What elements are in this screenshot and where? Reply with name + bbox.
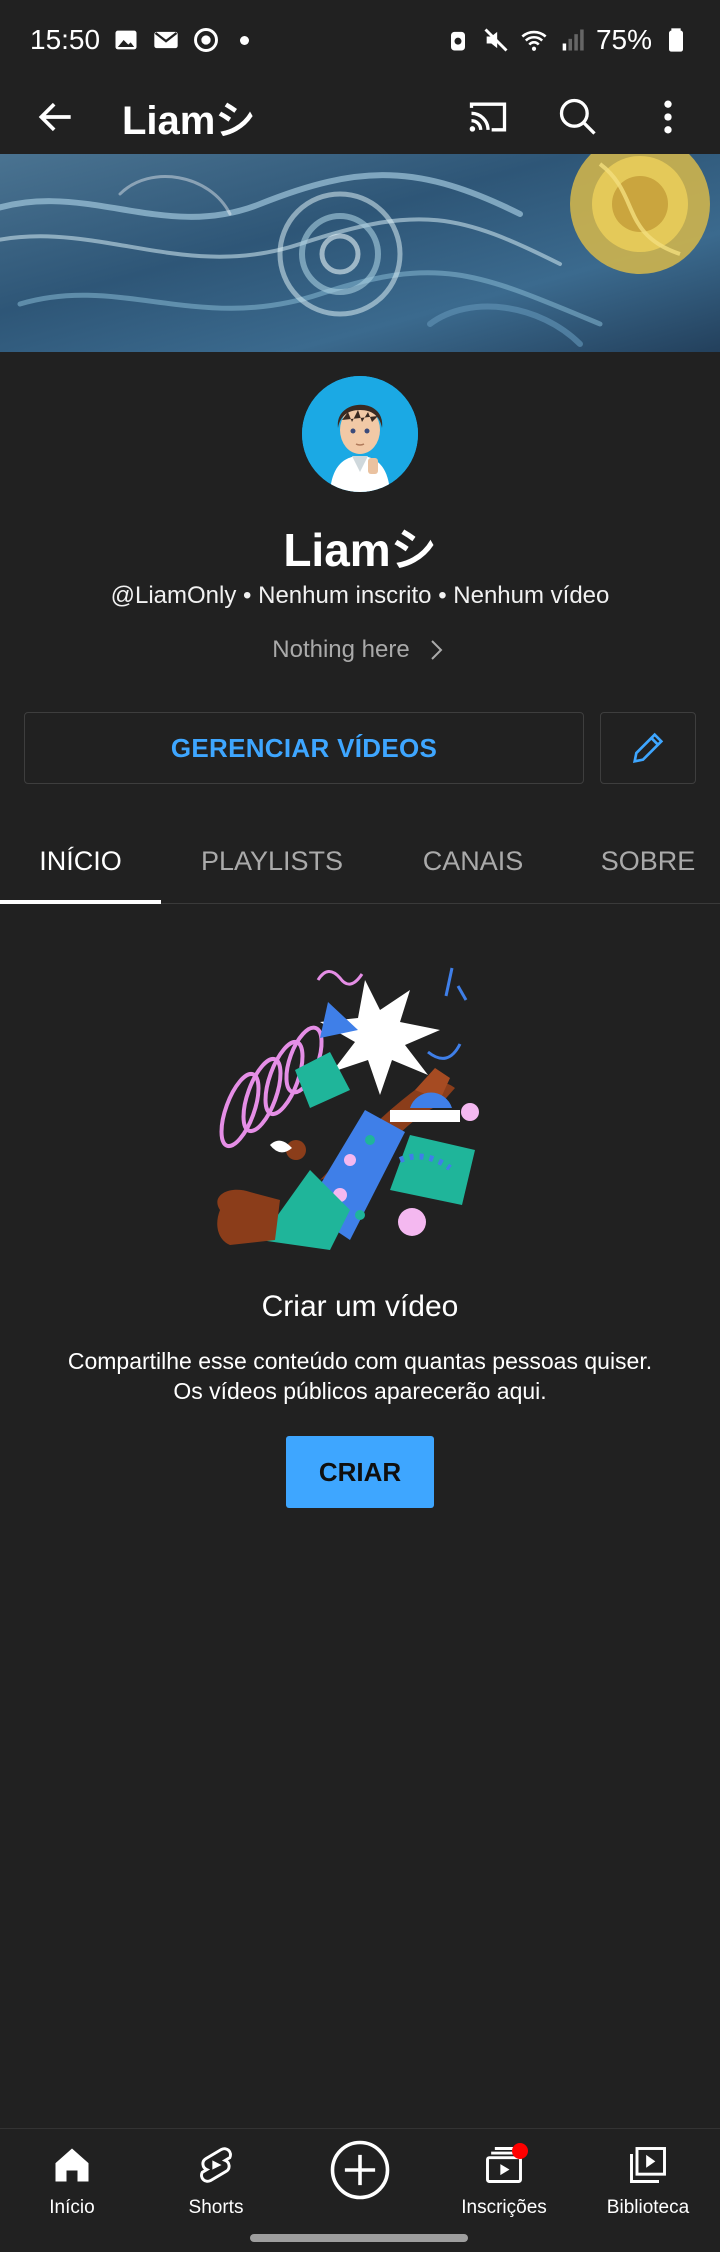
gallery-icon — [112, 26, 140, 54]
mute-icon — [482, 26, 510, 54]
nav-item-home[interactable]: Início — [0, 2143, 144, 2219]
create-plus-icon — [330, 2140, 390, 2200]
channel-tabs: INÍCIO PLAYLISTS CANAIS SOBRE — [0, 818, 720, 904]
battery-percent: 75% — [595, 24, 652, 55]
cast-button[interactable] — [460, 89, 516, 145]
channel-handle: @LiamOnly — [110, 582, 237, 609]
manage-videos-button[interactable]: GERENCIAR VÍDEOS — [24, 712, 584, 784]
channel-name: Liamシ — [283, 524, 437, 576]
nav-item-shorts[interactable]: Shorts — [144, 2143, 288, 2219]
wifi-icon — [520, 26, 548, 54]
page-title: Liamシ — [122, 99, 256, 143]
tab-playlists[interactable]: PLAYLISTS — [172, 818, 372, 904]
more-options-button[interactable] — [640, 89, 696, 145]
signal-icon — [558, 26, 586, 54]
nav-item-subscriptions[interactable]: Inscrições — [432, 2143, 576, 2219]
back-arrow-icon — [38, 102, 71, 132]
app-bar: Liamシ — [0, 80, 720, 154]
active-tab-indicator — [0, 900, 161, 904]
create-video-illustration — [200, 960, 520, 1250]
subscriptions-notification-dot — [512, 2143, 528, 2159]
channel-avatar[interactable] — [302, 376, 418, 492]
create-video-button[interactable]: CRIAR — [286, 1436, 434, 1508]
nav-label-library: Biblioteca — [606, 2197, 690, 2218]
search-icon — [559, 98, 596, 135]
nav-item-library[interactable]: Biblioteca — [576, 2143, 720, 2219]
empty-state-title: Criar um vídeo — [261, 1290, 459, 1323]
video-count: Nenhum vídeo — [453, 582, 610, 609]
subscriber-count: Nenhum inscrito — [258, 582, 432, 609]
status-time: 15:50 — [30, 24, 101, 55]
mail-icon — [152, 26, 180, 54]
meta-separator: • — [243, 582, 252, 609]
tab-canais[interactable]: CANAIS — [393, 818, 553, 904]
pencil-icon — [632, 732, 664, 764]
nav-item-create[interactable] — [288, 2137, 432, 2203]
channel-meta: @LiamOnly • Nenhum inscrito • Nenhum víd… — [0, 582, 720, 610]
system-home-indicator[interactable] — [250, 2234, 468, 2242]
channel-banner — [0, 154, 720, 352]
recorder-icon — [192, 26, 220, 54]
status-bar: 15:50 75% — [0, 0, 720, 80]
shorts-icon — [200, 2147, 232, 2183]
edit-channel-button[interactable] — [600, 712, 696, 784]
library-icon — [630, 2147, 666, 2183]
nav-label-shorts: Shorts — [188, 2197, 244, 2218]
channel-description-link[interactable]: Nothing here — [0, 636, 720, 664]
channel-description: Nothing here — [272, 636, 410, 663]
cast-icon — [469, 102, 507, 132]
empty-state-line-1: Compartilhe esse conteúdo com quantas pe… — [67, 1348, 653, 1374]
tab-inicio[interactable]: INÍCIO — [0, 818, 161, 904]
meta-separator: • — [438, 582, 447, 609]
home-icon — [55, 2148, 89, 2182]
tab-sobre[interactable]: SOBRE — [578, 818, 718, 904]
nav-label-subscriptions: Inscrições — [461, 2197, 547, 2218]
empty-state-description: Compartilhe esse conteúdo com quantas pe… — [0, 1346, 720, 1406]
empty-state-line-2: Os vídeos públicos aparecerão aqui. — [173, 1378, 547, 1404]
search-button[interactable] — [550, 89, 606, 145]
more-vert-icon — [664, 100, 672, 134]
nav-label-home: Início — [49, 2197, 95, 2218]
chevron-right-icon — [431, 640, 443, 660]
notification-dot-icon — [240, 35, 250, 45]
back-button[interactable] — [28, 89, 84, 145]
alarm-icon — [444, 26, 472, 54]
battery-icon — [662, 26, 690, 54]
